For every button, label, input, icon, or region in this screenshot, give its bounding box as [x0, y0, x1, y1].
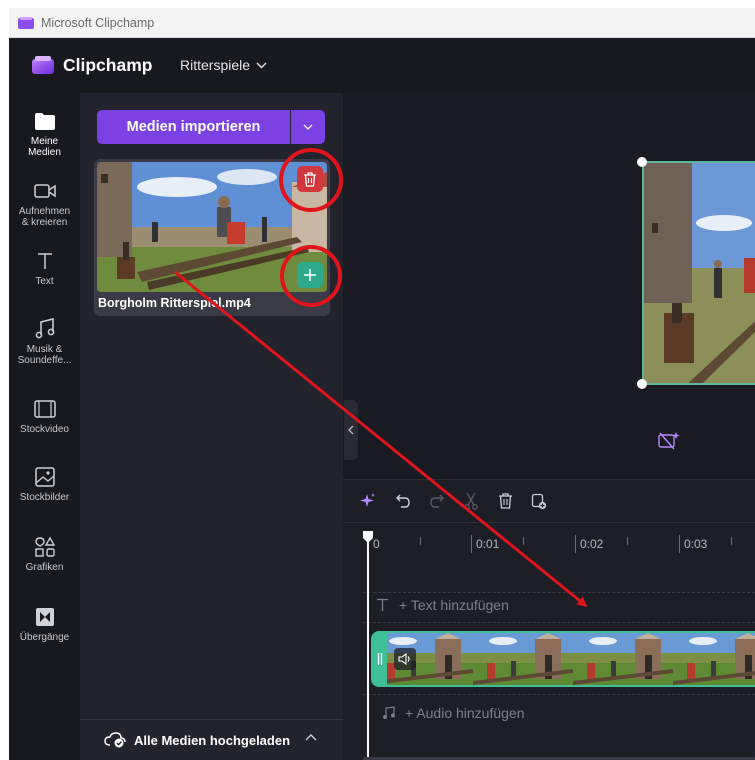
preview-area [343, 93, 755, 479]
duplicate-icon [531, 493, 547, 509]
sidebar-item-label: Meine Medien [28, 136, 61, 158]
ruler-tick [471, 535, 472, 553]
track-divider [363, 622, 755, 623]
playhead[interactable] [362, 530, 374, 760]
music-note-icon [33, 317, 57, 341]
window-title: Microsoft Clipchamp [41, 15, 155, 30]
app-header: Clipchamp Ritterspiele [9, 39, 755, 93]
clipchamp-app-icon [18, 16, 34, 29]
add-to-timeline-button[interactable] [297, 262, 323, 288]
sidebar-item-stockvideo[interactable]: Stockvideo [9, 397, 80, 435]
shapes-icon [33, 535, 57, 559]
speaker-icon [398, 653, 410, 665]
sidebar-item-music[interactable]: Musik & Soundeffe... [9, 317, 80, 366]
text-icon [377, 598, 388, 611]
trash-icon [304, 171, 316, 187]
ruler-label: 0:01 [476, 537, 500, 551]
sidebar-item-graphics[interactable]: Grafiken [9, 535, 80, 573]
transition-icon [33, 605, 57, 629]
chevron-down-icon [256, 62, 267, 68]
camera-off-sparkle-icon[interactable] [658, 430, 680, 450]
ruler-tick [627, 537, 628, 545]
ruler-tick [523, 537, 524, 545]
media-thumbnail [97, 162, 327, 292]
chevron-down-icon [303, 124, 313, 130]
ruler-label: 0:02 [580, 537, 604, 551]
add-text-track[interactable]: + Text hinzufügen [376, 597, 509, 613]
media-file-name: Borgholm Ritterspiel.mp4 [98, 296, 251, 310]
delete-button[interactable] [495, 491, 515, 511]
ruler-label: 0:03 [684, 537, 708, 551]
media-item-card[interactable]: Borgholm Ritterspiel.mp4 [94, 159, 330, 316]
clipchamp-window: Microsoft Clipchamp Clipchamp Ritterspie… [9, 8, 755, 760]
media-panel: Medien importieren Borgholm Ritterspiel.… [80, 93, 343, 760]
video-clip[interactable] [371, 631, 755, 687]
title-bar: Microsoft Clipchamp [9, 8, 755, 38]
ruler-tick [420, 537, 421, 545]
ruler-tick [679, 535, 680, 553]
delete-media-button[interactable] [297, 166, 323, 192]
upload-status-text: Alle Medien hochgeladen [134, 732, 291, 748]
clip-filmstrip [373, 633, 755, 685]
ruler-label: 0 [373, 537, 380, 551]
resize-handle[interactable] [637, 379, 647, 389]
sidebar-nav: Meine Medien Aufnehmen & kreieren Text M… [9, 93, 80, 760]
sidebar-item-stockimages[interactable]: Stockbilder [9, 465, 80, 503]
project-name-dropdown[interactable]: Ritterspiele [180, 57, 267, 73]
sparkle-icon [360, 493, 375, 507]
clip-trim-handle[interactable] [373, 633, 387, 685]
music-note-icon [383, 706, 395, 719]
timeline-toolbar [343, 480, 755, 520]
folder-icon [33, 109, 57, 133]
magic-sparkle-button[interactable] [358, 491, 378, 511]
import-media-button[interactable]: Medien importieren [97, 110, 290, 144]
undo-icon [396, 494, 410, 508]
sidebar-item-label: Grafiken [25, 562, 64, 573]
video-camera-icon [33, 179, 57, 203]
add-audio-track[interactable]: + Audio hinzufügen [382, 705, 525, 721]
clipchamp-logo-icon [32, 56, 54, 74]
trash-icon [498, 493, 512, 509]
sidebar-item-transitions[interactable]: Übergänge [9, 605, 80, 643]
redo-button[interactable] [427, 491, 447, 511]
sidebar-item-label: Übergänge [19, 632, 70, 643]
redo-icon [430, 494, 444, 508]
cloud-check-icon [104, 732, 126, 748]
ruler-tick [575, 535, 576, 553]
brand-name: Clipchamp [63, 55, 153, 75]
split-button[interactable] [461, 491, 481, 511]
ruler-tick [731, 537, 732, 545]
sidebar-item-media[interactable]: Meine Medien [9, 109, 80, 158]
preview-video-frame[interactable] [642, 161, 755, 385]
film-icon [33, 397, 57, 421]
duplicate-button[interactable] [529, 491, 549, 511]
resize-handle[interactable] [637, 157, 647, 167]
sidebar-item-label: Musik & Soundeffe... [17, 344, 72, 366]
scissors-icon [464, 492, 478, 510]
sidebar-item-text[interactable]: Text [9, 249, 80, 287]
timeline-panel: 0 0:01 0:02 0:03 + Text hinzufügen + Aud… [343, 479, 755, 760]
collapse-panel-button[interactable] [344, 400, 358, 460]
undo-button[interactable] [393, 491, 413, 511]
text-icon [33, 249, 57, 273]
sidebar-item-label: Stockbilder [19, 492, 70, 503]
track-divider [363, 694, 755, 695]
track-divider [363, 592, 755, 593]
chevron-up-icon[interactable] [305, 733, 317, 741]
sidebar-item-label: Aufnehmen & kreieren [18, 206, 71, 228]
grip-icon [377, 653, 383, 665]
chevron-left-icon [348, 425, 354, 435]
add-text-label: + Text hinzufügen [399, 597, 509, 613]
image-icon [33, 465, 57, 489]
clip-volume-button[interactable] [394, 648, 416, 670]
sidebar-item-record[interactable]: Aufnehmen & kreieren [9, 179, 80, 228]
sidebar-item-label: Text [35, 276, 54, 287]
add-audio-label: + Audio hinzufügen [405, 705, 525, 721]
upload-status-bar: Alle Medien hochgeladen [80, 719, 343, 760]
sidebar-item-label: Stockvideo [20, 424, 69, 435]
project-name: Ritterspiele [180, 57, 251, 73]
import-options-button[interactable] [291, 110, 325, 144]
plus-icon [304, 269, 316, 281]
timeline-ruler[interactable]: 0 0:01 0:02 0:03 [343, 522, 755, 558]
